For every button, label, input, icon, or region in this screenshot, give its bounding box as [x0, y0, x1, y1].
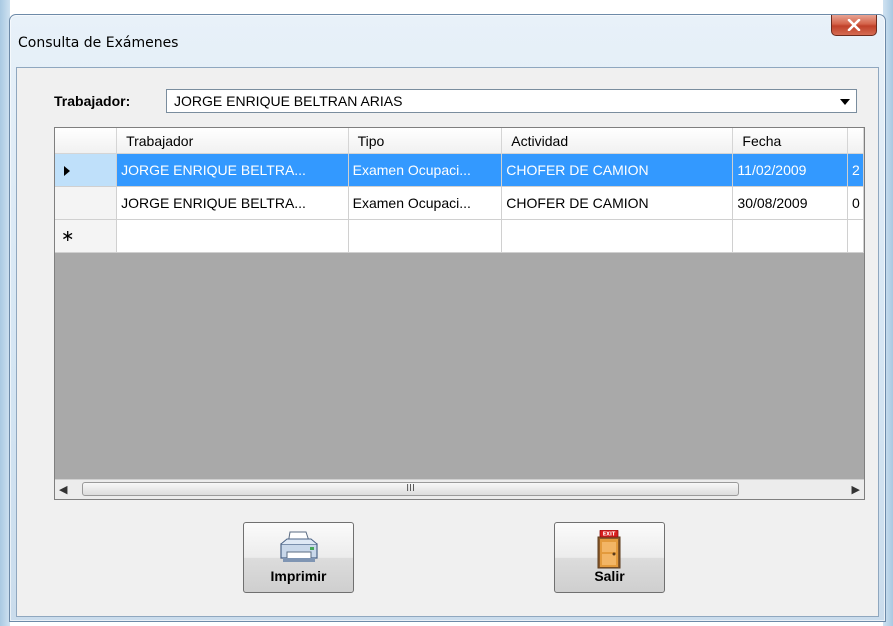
printer-icon	[280, 531, 318, 562]
worker-select-value: JORGE ENRIQUE BELTRAN ARIAS	[174, 93, 403, 109]
worker-select[interactable]: JORGE ENRIQUE BELTRAN ARIAS	[166, 89, 857, 113]
cell-tipo[interactable]: Examen Ocupaci...	[348, 153, 503, 187]
new-row-marker: ∗	[61, 228, 75, 245]
column-header-fecha[interactable]: Fecha	[732, 128, 848, 154]
row-header[interactable]	[55, 153, 118, 187]
new-row-cell[interactable]	[732, 219, 848, 253]
header-row: Trabajador Tipo Actividad Fecha	[55, 128, 864, 154]
row-pointer-icon	[64, 166, 70, 177]
table-row[interactable]: JORGE ENRIQUE BELTRA... Examen Ocupaci..…	[55, 153, 864, 187]
print-button-label: Imprimir	[270, 568, 327, 584]
exams-grid[interactable]: Trabajador Tipo Actividad Fecha JORGE EN…	[54, 127, 865, 500]
cell-fecha[interactable]: 30/08/2009	[732, 186, 848, 220]
new-row-cell[interactable]	[847, 219, 864, 253]
print-button[interactable]: Imprimir	[243, 522, 354, 593]
exit-button[interactable]: EXIT Salir	[554, 522, 665, 593]
cell-extra[interactable]: 2	[847, 153, 864, 187]
dropdown-arrow-icon[interactable]	[840, 99, 850, 105]
scroll-right-icon[interactable]: ▶	[852, 483, 860, 496]
cell-actividad[interactable]: CHOFER DE CAMION	[501, 153, 734, 187]
row-header[interactable]: ∗	[55, 219, 118, 253]
exit-door-icon: EXIT	[597, 530, 621, 569]
worker-label: Trabajador:	[54, 93, 131, 109]
exit-sign-text: EXIT	[603, 532, 616, 538]
exit-button-label: Salir	[594, 568, 625, 584]
table-row[interactable]: JORGE ENRIQUE BELTRA... Examen Ocupaci..…	[55, 186, 864, 220]
cell-trabajador[interactable]: JORGE ENRIQUE BELTRA...	[116, 186, 349, 220]
client-area: Trabajador: JORGE ENRIQUE BELTRAN ARIAS …	[16, 67, 879, 617]
cell-extra[interactable]: 0	[847, 186, 864, 220]
cell-tipo[interactable]: Examen Ocupaci...	[348, 186, 503, 220]
scroll-left-icon[interactable]: ◀	[59, 483, 67, 496]
new-row-cell[interactable]	[501, 219, 734, 253]
column-header-tipo[interactable]: Tipo	[348, 128, 503, 154]
row-header[interactable]	[55, 186, 118, 220]
cell-trabajador[interactable]: JORGE ENRIQUE BELTRA...	[116, 153, 349, 187]
column-header-actividad[interactable]: Actividad	[501, 128, 734, 154]
cell-fecha[interactable]: 11/02/2009	[732, 153, 848, 187]
cell-actividad[interactable]: CHOFER DE CAMION	[501, 186, 734, 220]
new-row[interactable]: ∗	[55, 219, 864, 253]
column-header-trabajador[interactable]: Trabajador	[116, 128, 349, 154]
new-row-cell[interactable]	[348, 219, 503, 253]
close-button[interactable]	[831, 15, 877, 36]
exams-table: Trabajador Tipo Actividad Fecha JORGE EN…	[55, 128, 864, 253]
window-title: Consulta de Exámenes	[18, 35, 179, 51]
scrollbar-thumb[interactable]: III	[82, 482, 739, 496]
new-row-cell[interactable]	[116, 219, 349, 253]
row-header-corner	[55, 128, 118, 154]
horizontal-scrollbar[interactable]: ◀ III ▶	[55, 479, 864, 499]
column-header-extra[interactable]	[847, 128, 864, 154]
close-icon	[847, 19, 861, 31]
dialog-window: Consulta de Exámenes Trabajador: JORGE E…	[9, 14, 886, 622]
